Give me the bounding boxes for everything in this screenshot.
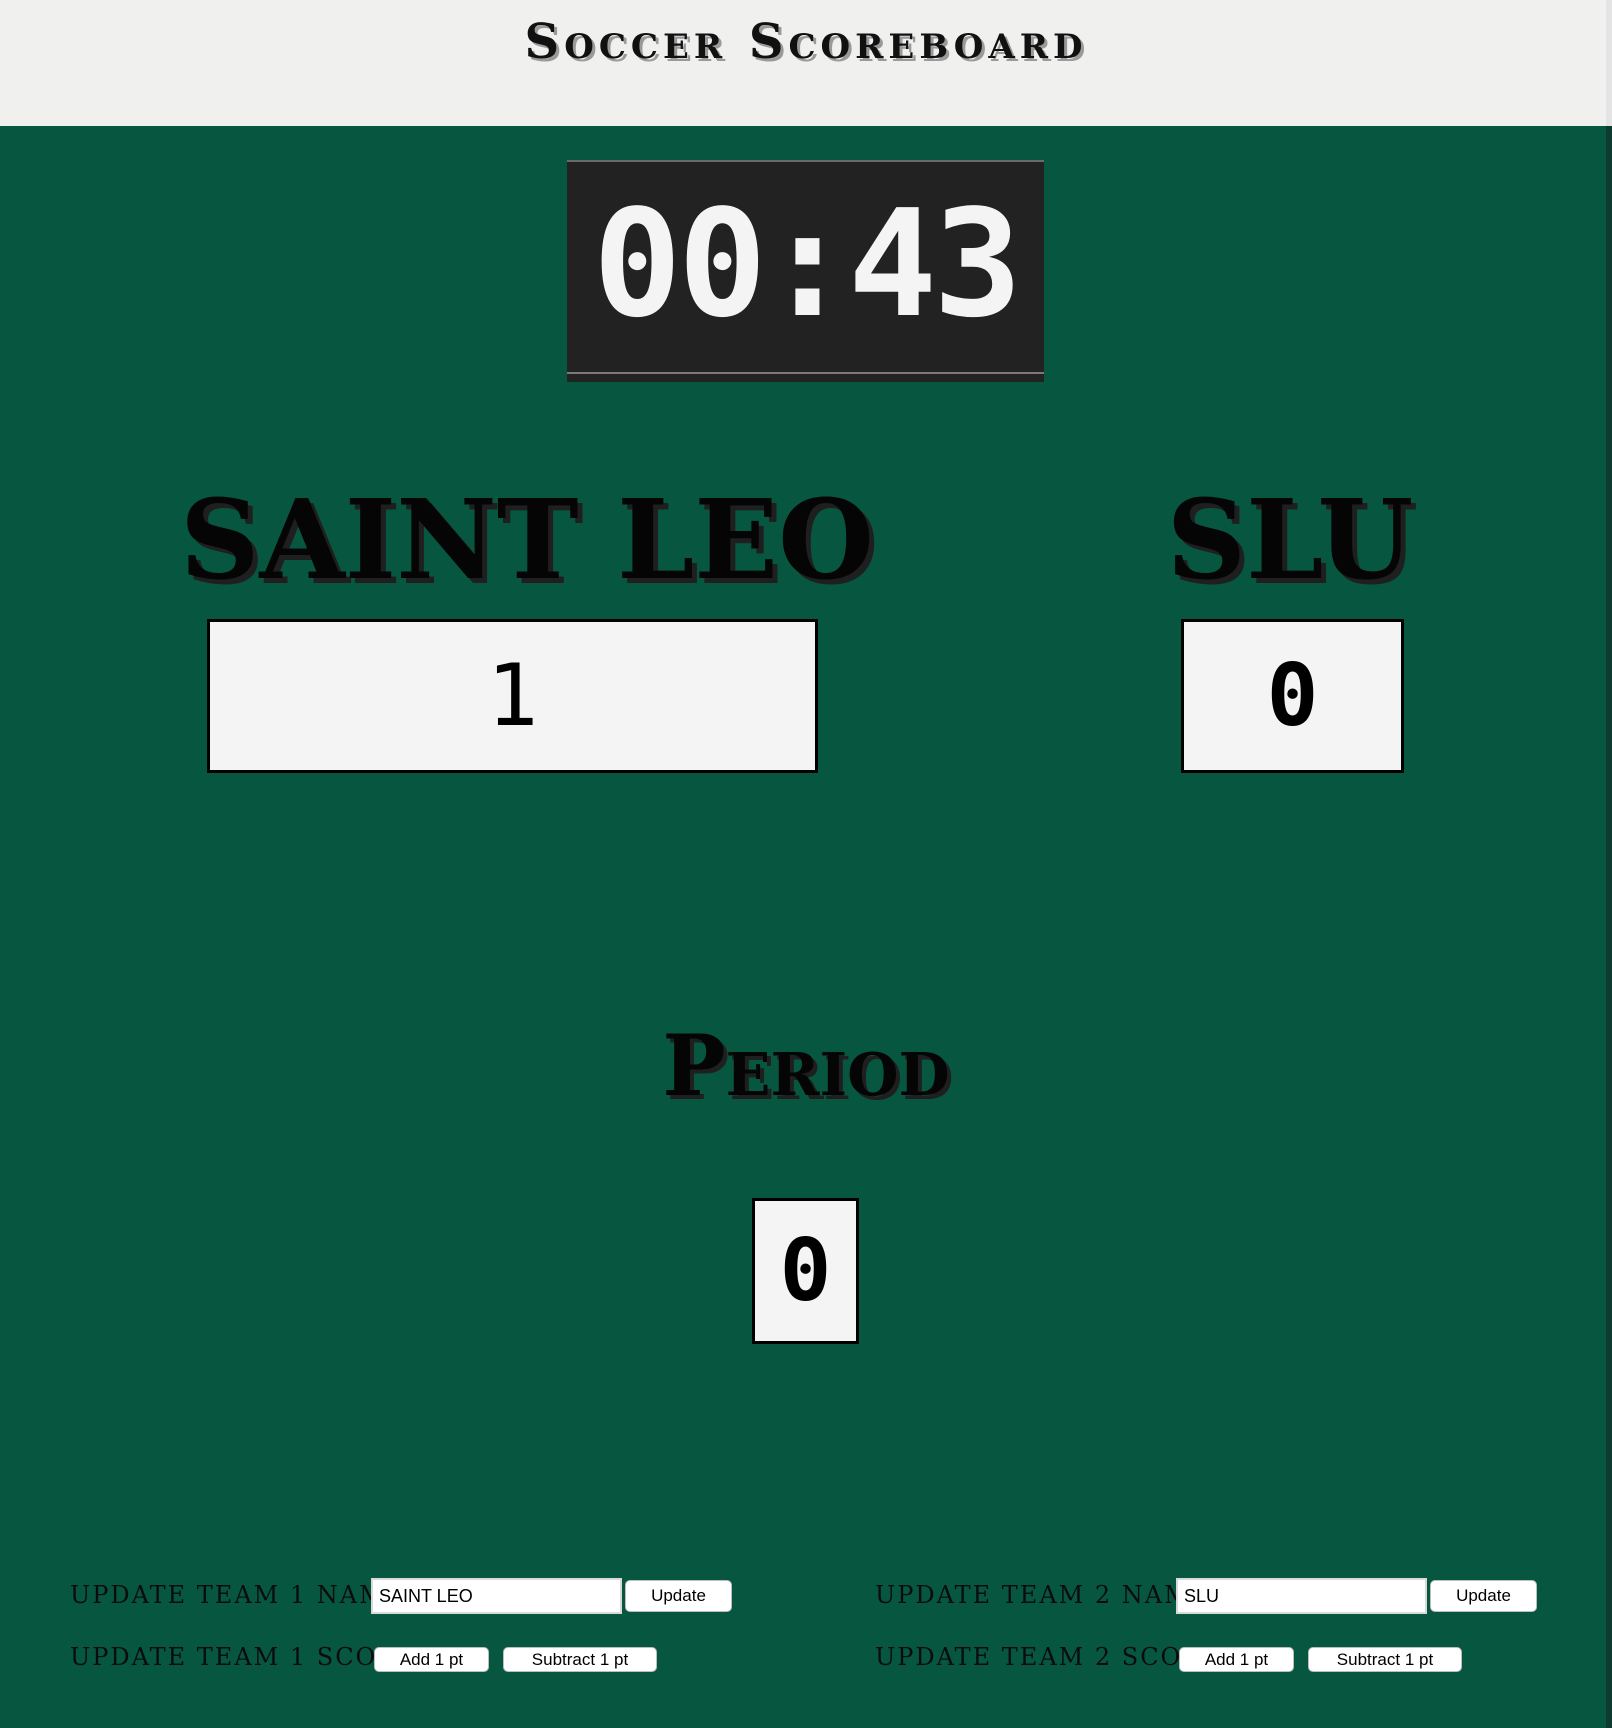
team2-score-label: UPDATE TEAM 2 SCORE xyxy=(875,1643,1222,1671)
header-bar: Soccer Scoreboard xyxy=(0,0,1612,126)
team1-score: 1 xyxy=(207,619,818,773)
scoreboard-page: Soccer Scoreboard 00:43 SAINT LEO SLU 1 … xyxy=(0,0,1612,1728)
window-edge-shadow xyxy=(1606,126,1612,1728)
team2-add-point-button[interactable]: Add 1 pt xyxy=(1179,1647,1294,1672)
team1-add-point-button[interactable]: Add 1 pt xyxy=(374,1647,489,1672)
team2-name-input[interactable] xyxy=(1176,1578,1427,1614)
game-clock-display: 00:43 xyxy=(592,178,1023,350)
team2-name-label: UPDATE TEAM 2 NAME xyxy=(875,1581,1211,1609)
team2-score: 0 xyxy=(1181,619,1404,773)
team1-update-button[interactable]: Update xyxy=(625,1580,732,1612)
period-value: 0 xyxy=(752,1198,859,1344)
team1-score-label: UPDATE TEAM 1 SCORE xyxy=(70,1643,417,1671)
team1-subtract-point-button[interactable]: Subtract 1 pt xyxy=(503,1647,657,1672)
team2-update-button[interactable]: Update xyxy=(1430,1580,1537,1612)
game-clock: 00:43 xyxy=(567,160,1044,382)
page-title: Soccer Scoreboard xyxy=(524,14,1088,70)
team1-name: SAINT LEO xyxy=(180,475,874,604)
team2-subtract-point-button[interactable]: Subtract 1 pt xyxy=(1308,1647,1462,1672)
team1-name-input[interactable] xyxy=(371,1578,622,1614)
window-edge xyxy=(1606,0,1612,126)
team2-name: SLU xyxy=(1166,475,1414,604)
period-label: Period xyxy=(662,1016,950,1115)
team1-name-label: UPDATE TEAM 1 NAME xyxy=(70,1581,406,1609)
